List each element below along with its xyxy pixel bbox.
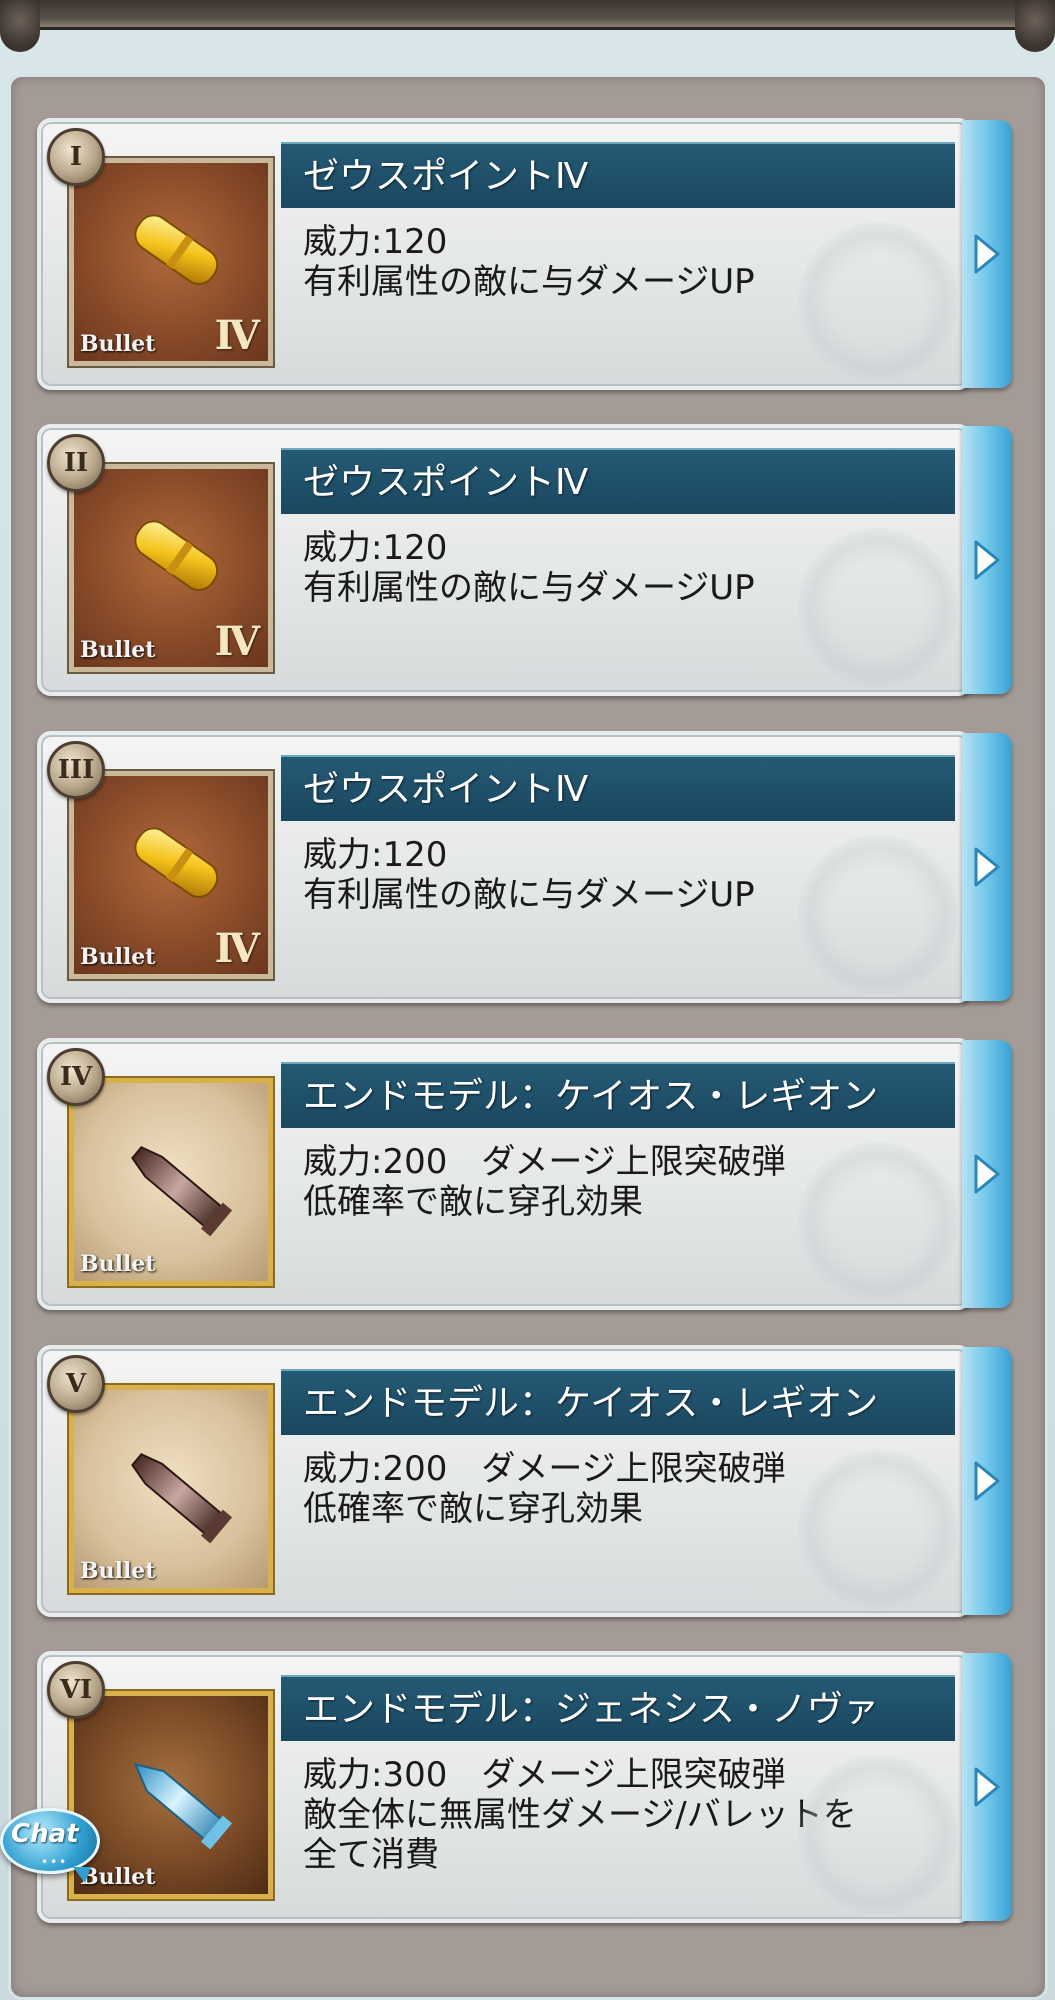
bullet-name: エンドモデル：ジェネシス・ノヴァ [303,1689,880,1730]
play-arrow-icon [974,1767,1000,1807]
bullet-title-bar: エンドモデル：ケイオス・レギオン [281,1369,955,1435]
detail-arrow-button[interactable] [962,1653,1012,1921]
bullet-description-line: 有利属性の敵に与ダメージUP [303,568,755,608]
bullet-type-label: Bullet [80,944,156,970]
slot-number-badge: I [47,128,105,186]
bullet-thumbnail[interactable]: Bullet [69,1078,273,1286]
bullet-title-bar: ゼウスポイントⅣ [281,448,955,514]
bullet-type-label: Bullet [80,1251,156,1277]
bullet-description-line: 敵全体に無属性ダメージ/バレットを [303,1795,857,1835]
top-bar [0,0,1055,52]
play-arrow-icon [974,1154,1000,1194]
bullet-description-line: 威力:120 [303,835,448,875]
bullet-description-line: 有利属性の敵に与ダメージUP [303,875,755,915]
top-bar-ornament-right [1015,0,1055,52]
detail-arrow-button[interactable] [962,733,1012,1001]
bullet-description-line: 有利属性の敵に与ダメージUP [303,262,755,302]
slot-number-badge: III [47,741,105,799]
chat-label: Chat [11,1819,79,1849]
bullet-name: ゼウスポイントⅣ [303,156,589,197]
bullet-title-bar: エンドモデル：ジェネシス・ノヴァ [281,1675,955,1741]
bullet-slot-card[interactable]: ゼウスポイントⅣ 威力:120 有利属性の敵に与ダメージUP Bullet Ⅳ I [37,118,1012,390]
bullet-name: エンドモデル：ケイオス・レギオン [303,1383,879,1424]
bullet-description: 威力:120 有利属性の敵に与ダメージUP [303,528,963,608]
slot-number-badge: IV [47,1048,105,1106]
bullet-description: 威力:200 ダメージ上限突破弾 低確率で敵に穿孔効果 [303,1449,963,1529]
bullet-description-line: 全て消費 [303,1835,439,1875]
bullet-slot-card[interactable]: ゼウスポイントⅣ 威力:120 有利属性の敵に与ダメージUP Bullet Ⅳ III [37,731,1012,1003]
bullet-card-body: エンドモデル：ケイオス・レギオン 威力:200 ダメージ上限突破弾 低確率で敵に穿孔… [37,1038,972,1310]
detail-arrow-button[interactable] [962,1347,1012,1615]
bullet-card-body: ゼウスポイントⅣ 威力:120 有利属性の敵に与ダメージUP Bullet Ⅳ [37,424,972,696]
bullet-title-bar: ゼウスポイントⅣ [281,755,955,821]
bullet-name: エンドモデル：ケイオス・レギオン [303,1076,879,1117]
bullet-description: 威力:300 ダメージ上限突破弾 敵全体に無属性ダメージ/バレットを 全て消費 [303,1755,963,1875]
bullet-description: 威力:120 有利属性の敵に与ダメージUP [303,835,963,915]
bullet-description-line: 低確率で敵に穿孔効果 [303,1489,643,1529]
bullet-card-body: ゼウスポイントⅣ 威力:120 有利属性の敵に与ダメージUP Bullet Ⅳ [37,731,972,1003]
play-arrow-icon [974,847,1000,887]
bullet-name: ゼウスポイントⅣ [303,769,589,810]
detail-arrow-button[interactable] [962,120,1012,388]
bullet-description-line: 威力:200 ダメージ上限突破弾 [303,1142,786,1182]
bullet-type-label: Bullet [80,1864,156,1890]
bullet-card-body: ゼウスポイントⅣ 威力:120 有利属性の敵に与ダメージUP Bullet Ⅳ [37,118,972,390]
bullet-description: 威力:200 ダメージ上限突破弾 低確率で敵に穿孔効果 [303,1142,963,1222]
bullet-type-label: Bullet [80,331,156,357]
bullet-thumbnail[interactable]: Bullet [69,1691,273,1899]
play-arrow-icon [974,540,1000,580]
bullet-card-body: エンドモデル：ケイオス・レギオン 威力:200 ダメージ上限突破弾 低確率で敵に穿孔… [37,1345,972,1617]
chat-tail [73,1867,91,1883]
detail-arrow-button[interactable] [962,426,1012,694]
bullet-title-bar: ゼウスポイントⅣ [281,142,955,208]
dark-bullet-icon [104,1113,254,1267]
bullet-description-line: 威力:200 ダメージ上限突破弾 [303,1449,786,1489]
bullet-description-line: 低確率で敵に穿孔効果 [303,1182,643,1222]
bullet-description-line: 威力:120 [303,222,448,262]
bullet-rank-label: Ⅳ [214,312,260,359]
bullet-type-label: Bullet [80,1558,156,1584]
bullet-thumbnail[interactable]: Bullet [69,1385,273,1593]
chat-dots: ••• [41,1855,69,1869]
bullet-thumbnail[interactable]: Bullet Ⅳ [69,771,273,979]
bullet-slot-card[interactable]: エンドモデル：ケイオス・レギオン 威力:200 ダメージ上限突破弾 低確率で敵に穿孔… [37,1038,1012,1310]
gold-bullet-icon [104,193,244,317]
play-arrow-icon [974,1461,1000,1501]
gold-bullet-icon [104,499,244,623]
bullet-description-line: 威力:120 [303,528,448,568]
bullet-name: ゼウスポイントⅣ [303,462,589,503]
slot-number-badge: II [47,434,105,492]
play-arrow-icon [974,234,1000,274]
bullet-title-bar: エンドモデル：ケイオス・レギオン [281,1062,955,1128]
chat-button[interactable]: Chat ••• [0,1808,100,1883]
slot-number-badge: V [47,1355,105,1413]
bullet-slot-card[interactable]: エンドモデル：ジェネシス・ノヴァ 威力:300 ダメージ上限突破弾 敵全体に無属性ダ… [37,1651,1012,1923]
bullet-card-body: エンドモデル：ジェネシス・ノヴァ 威力:300 ダメージ上限突破弾 敵全体に無属性ダ… [37,1651,972,1923]
bullet-thumbnail[interactable]: Bullet Ⅳ [69,464,273,672]
bullet-description-line: 威力:300 ダメージ上限突破弾 [303,1755,786,1795]
bullet-slot-card[interactable]: ゼウスポイントⅣ 威力:120 有利属性の敵に与ダメージUP Bullet Ⅳ II [37,424,1012,696]
gold-bullet-icon [104,806,244,930]
bullet-rank-label: Ⅳ [214,925,260,972]
bullet-rank-label: Ⅳ [214,618,260,665]
dark-bullet-icon [104,1420,254,1574]
crystal-bullet-icon [104,1726,254,1880]
bullet-thumbnail[interactable]: Bullet Ⅳ [69,158,273,366]
bullet-type-label: Bullet [80,637,156,663]
slot-number-badge: VI [47,1661,105,1719]
bullet-slot-card[interactable]: エンドモデル：ケイオス・レギオン 威力:200 ダメージ上限突破弾 低確率で敵に穿孔… [37,1345,1012,1617]
top-bar-ornament-left [0,0,40,52]
detail-arrow-button[interactable] [962,1040,1012,1308]
bullet-description: 威力:120 有利属性の敵に与ダメージUP [303,222,963,302]
